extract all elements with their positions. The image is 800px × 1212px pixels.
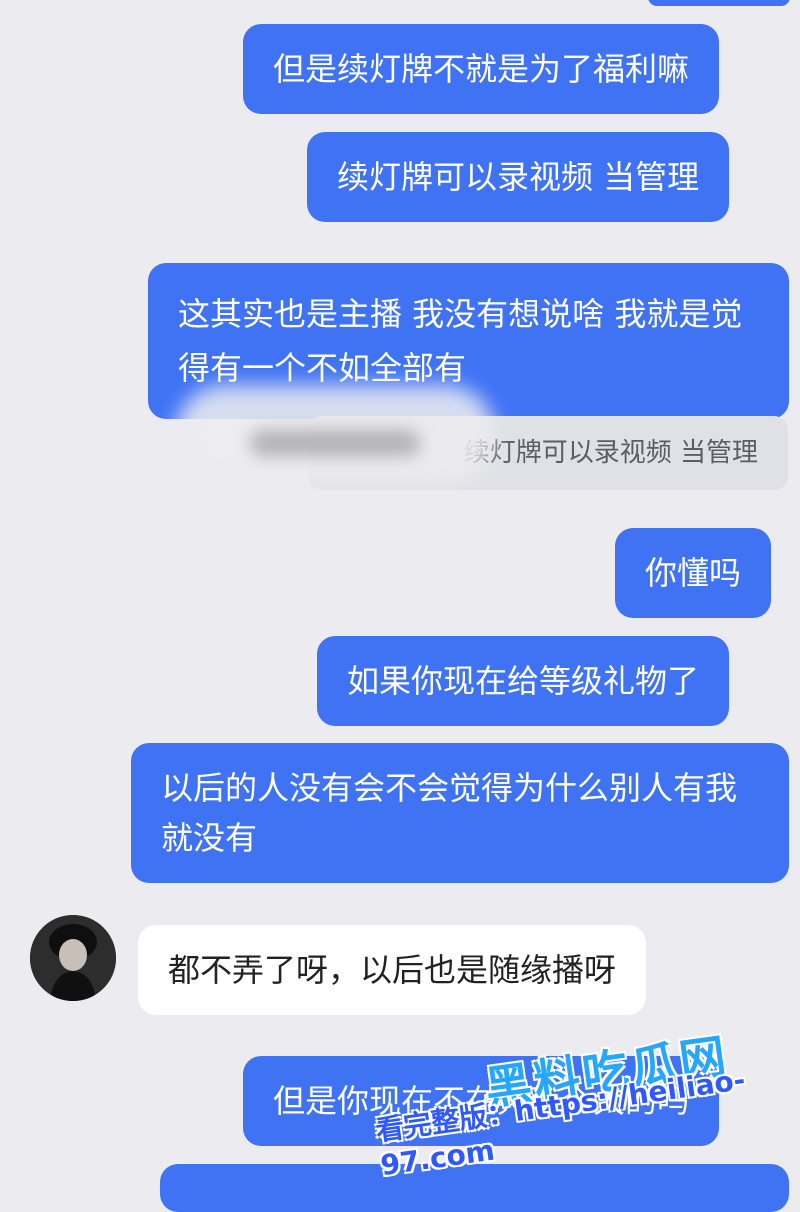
message-bubble[interactable]: 以后的人没有会不会觉得为什么别人有我就没有 [131,743,789,883]
message-bubble[interactable] [160,1164,789,1212]
message-bubble[interactable]: 都不弄了呀，以后也是随缘播呀 [138,925,647,1015]
message-bubble[interactable] [648,0,790,6]
message-bubble[interactable]: 续灯牌可以录视频 当管理 [307,132,730,222]
message-bubble[interactable]: 但是续灯牌不就是为了福利嘛 [243,24,720,114]
message-bubble[interactable]: 你懂吗 [615,528,772,618]
chat-thread: 但是续灯牌不就是为了福利嘛 续灯牌可以录视频 当管理 这其实也是主播 我没有想说… [0,0,800,1212]
avatar[interactable] [30,915,116,1001]
message-bubble[interactable]: 但是你现在不在弄两个大的吗 [243,1056,720,1146]
blur-overlay [250,430,420,456]
message-bubble[interactable]: 如果你现在给等级礼物了 [317,636,730,726]
